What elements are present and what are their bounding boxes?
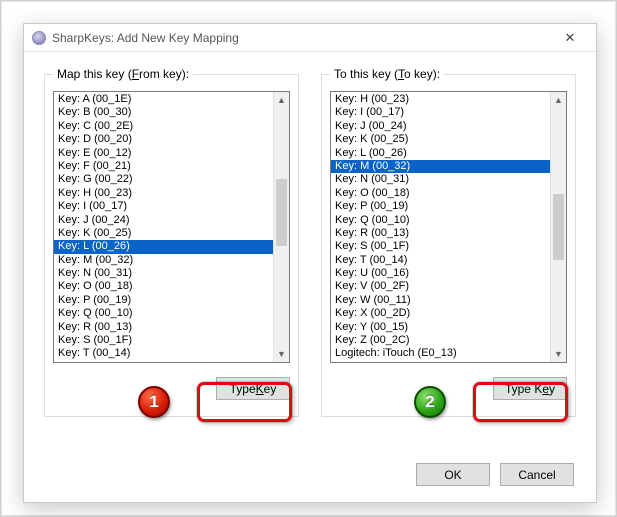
scroll-thumb[interactable] xyxy=(553,194,564,261)
list-item[interactable]: Key: B (00_30) xyxy=(54,106,273,119)
list-item[interactable]: Key: P (00_19) xyxy=(54,294,273,307)
list-item[interactable]: Key: D (00_20) xyxy=(54,133,273,146)
list-item[interactable]: Key: U (00_16) xyxy=(54,361,273,362)
list-item[interactable]: Key: H (00_23) xyxy=(331,93,550,106)
list-item[interactable]: Key: L (00_26) xyxy=(331,147,550,160)
list-item[interactable]: Key: J (00_24) xyxy=(54,214,273,227)
list-item[interactable]: Key: J (00_24) xyxy=(331,120,550,133)
from-key-listbox[interactable]: Key: A (00_1E)Key: B (00_30)Key: C (00_2… xyxy=(53,91,290,363)
list-item[interactable]: Key: W (00_11) xyxy=(331,294,550,307)
close-icon[interactable]: ✕ xyxy=(550,26,590,50)
list-item[interactable]: Logitech: iTouch (E0_13) xyxy=(331,347,550,360)
type-key-to-button[interactable]: Type Key xyxy=(493,377,567,400)
list-item[interactable]: Key: M (00_32) xyxy=(54,254,273,267)
list-item[interactable]: Key: K (00_25) xyxy=(331,133,550,146)
list-item[interactable]: Key: U (00_16) xyxy=(331,267,550,280)
list-item[interactable]: Key: O (00_18) xyxy=(54,280,273,293)
dialog-button-row: OK Cancel xyxy=(416,463,574,486)
to-key-group: To this key (To key): Key: H (00_23)Key:… xyxy=(321,74,576,417)
list-item[interactable]: Key: N (00_31) xyxy=(54,267,273,280)
list-item[interactable]: Key: T (00_14) xyxy=(54,347,273,360)
dialog-window: SharpKeys: Add New Key Mapping ✕ Map thi… xyxy=(23,23,597,503)
titlebar[interactable]: SharpKeys: Add New Key Mapping ✕ xyxy=(24,24,596,52)
list-item[interactable]: Key: N (00_31) xyxy=(331,173,550,186)
scrollbar[interactable]: ▲ ▼ xyxy=(273,92,289,362)
list-item[interactable]: Key: Z (00_2C) xyxy=(331,334,550,347)
to-key-label: To this key (To key): xyxy=(330,67,444,81)
list-item[interactable]: Key: K (00_25) xyxy=(54,227,273,240)
list-item[interactable]: Key: T (00_14) xyxy=(331,254,550,267)
from-key-group: Map this key (From key): Key: A (00_1E)K… xyxy=(44,74,299,417)
list-item[interactable]: Key: X (00_2D) xyxy=(331,307,550,320)
list-item[interactable]: Key: S (00_1F) xyxy=(331,240,550,253)
list-item[interactable]: Key: A (00_1E) xyxy=(54,93,273,106)
list-item[interactable]: Key: Q (00_10) xyxy=(331,214,550,227)
list-item[interactable]: Key: M (00_32) xyxy=(331,160,550,173)
list-item[interactable]: Key: R (00_13) xyxy=(331,227,550,240)
list-item[interactable]: Key: L (00_26) xyxy=(54,240,273,253)
scroll-down-icon[interactable]: ▼ xyxy=(551,346,566,362)
list-item[interactable]: Key: R (00_13) xyxy=(54,321,273,334)
list-item[interactable]: Key: E (00_12) xyxy=(54,147,273,160)
list-item[interactable]: Key: F (00_21) xyxy=(54,160,273,173)
list-item[interactable]: Key: Y (00_15) xyxy=(331,321,550,334)
list-item[interactable]: Key: Q (00_10) xyxy=(54,307,273,320)
list-item[interactable]: Key: I (00_17) xyxy=(54,200,273,213)
scrollbar[interactable]: ▲ ▼ xyxy=(550,92,566,362)
scroll-up-icon[interactable]: ▲ xyxy=(274,92,289,108)
list-item[interactable]: Key: V (00_2F) xyxy=(331,280,550,293)
app-icon xyxy=(32,31,46,45)
scroll-up-icon[interactable]: ▲ xyxy=(551,92,566,108)
list-item[interactable]: Key: O (00_18) xyxy=(331,187,550,200)
client-area: Map this key (From key): Key: A (00_1E)K… xyxy=(24,52,596,502)
list-item[interactable]: Key: S (00_1F) xyxy=(54,334,273,347)
window-title: SharpKeys: Add New Key Mapping xyxy=(52,31,550,45)
from-key-label: Map this key (From key): xyxy=(53,67,193,81)
scroll-down-icon[interactable]: ▼ xyxy=(274,346,289,362)
list-item[interactable]: Key: I (00_17) xyxy=(331,106,550,119)
list-item[interactable]: Key: G (00_22) xyxy=(54,173,273,186)
screenshot-frame: SharpKeys: Add New Key Mapping ✕ Map thi… xyxy=(0,0,617,517)
list-item[interactable]: Logitech: Shopping (E0_14) xyxy=(331,361,550,362)
scroll-thumb[interactable] xyxy=(276,179,287,246)
list-item[interactable]: Key: C (00_2E) xyxy=(54,120,273,133)
to-key-listbox[interactable]: Key: H (00_23)Key: I (00_17)Key: J (00_2… xyxy=(330,91,567,363)
type-key-from-button[interactable]: Type Key xyxy=(216,377,290,400)
cancel-button[interactable]: Cancel xyxy=(500,463,574,486)
list-item[interactable]: Key: H (00_23) xyxy=(54,187,273,200)
list-item[interactable]: Key: P (00_19) xyxy=(331,200,550,213)
ok-button[interactable]: OK xyxy=(416,463,490,486)
